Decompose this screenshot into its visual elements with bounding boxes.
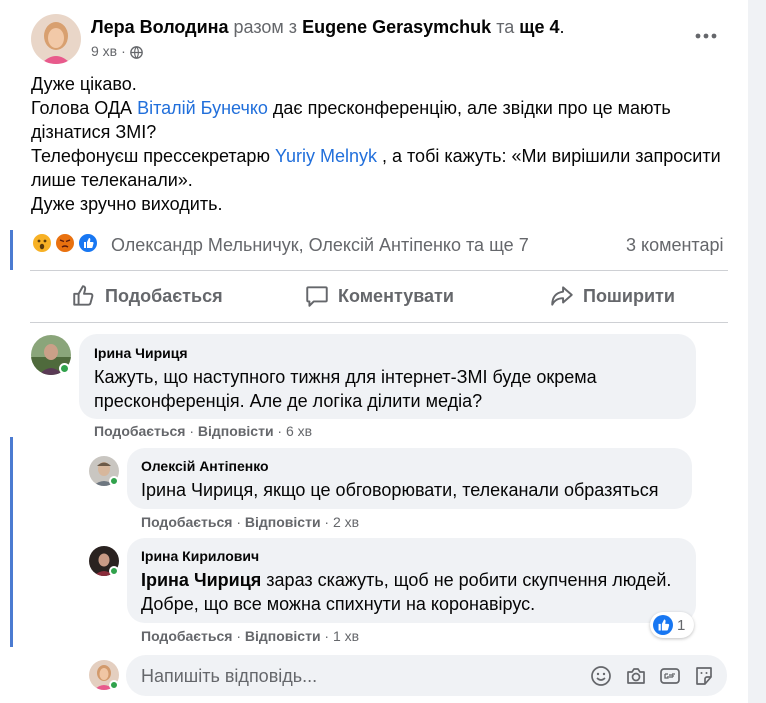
- thumbs-up-icon: [71, 283, 97, 309]
- comment-label: Коментувати: [338, 285, 454, 306]
- like-reaction-icon: [77, 232, 99, 254]
- post-card: Лера Володина разом з Eugene Gerasymchuk…: [0, 0, 748, 703]
- post-time[interactable]: 9 хв: [91, 42, 117, 60]
- emoji-icon[interactable]: [590, 665, 612, 687]
- post-body: Дуже цікаво. Голова ОДА Віталій Бунечко …: [31, 72, 721, 216]
- comment-reply-button[interactable]: Відповісти: [198, 423, 274, 439]
- comment-mention[interactable]: Ірина Чириця: [141, 570, 261, 590]
- like-reaction-icon: [653, 615, 673, 635]
- text-span: Телефонуєш прессекретарю: [31, 146, 275, 166]
- reply-placeholder: Напишіть відповідь...: [141, 666, 318, 686]
- focus-indicator: [10, 437, 13, 647]
- text-span: Голова ОДА: [31, 98, 138, 118]
- comment-button[interactable]: Коментувати: [304, 276, 454, 316]
- comment-like-button[interactable]: Подобається: [141, 628, 232, 644]
- online-indicator: [109, 680, 119, 690]
- gif-icon[interactable]: [659, 665, 681, 687]
- online-indicator: [109, 476, 119, 486]
- comment-reaction-badge[interactable]: 1: [650, 612, 694, 638]
- mention-link[interactable]: Віталій Бунечко: [137, 98, 268, 118]
- comment-time[interactable]: 2 хв: [333, 514, 359, 530]
- online-indicator: [109, 566, 119, 576]
- others-link[interactable]: ще 4: [519, 17, 559, 37]
- comment-text: Кажуть, що наступного тижня для інтернет…: [94, 367, 597, 411]
- focus-indicator: [10, 230, 13, 270]
- share-label: Поширити: [583, 285, 675, 306]
- like-label: Подобається: [105, 285, 223, 306]
- comment-time[interactable]: 6 хв: [286, 423, 312, 439]
- share-button[interactable]: Поширити: [549, 276, 675, 316]
- divider: [30, 322, 728, 323]
- comment-actions: Подобається · Відповісти · 1 хв: [141, 628, 360, 644]
- mention-link[interactable]: Yuriy Melnyk: [275, 146, 377, 166]
- tagged-person[interactable]: Eugene Gerasymchuk: [302, 17, 491, 37]
- comment-reply-button[interactable]: Відповісти: [245, 628, 321, 644]
- post-header: Лера Володина разом з Eugene Gerasymchuk…: [91, 15, 565, 39]
- comment-reply-button[interactable]: Відповісти: [245, 514, 321, 530]
- comment-author[interactable]: Олексій Антіпенко: [141, 457, 678, 475]
- comment-author[interactable]: Ірина Чириця: [94, 344, 681, 362]
- comment-bubble: Ірина Чириця Кажуть, що наступного тижня…: [79, 334, 696, 419]
- reactions-bar[interactable]: [31, 232, 111, 256]
- sticker-icon[interactable]: [693, 665, 715, 687]
- online-indicator: [59, 363, 70, 374]
- post-line: Дуже цікаво.: [31, 74, 137, 94]
- angry-reaction-icon: [54, 232, 76, 254]
- wow-reaction-icon: [31, 232, 53, 254]
- comment-like-button[interactable]: Подобається: [141, 514, 232, 530]
- comments-count[interactable]: 3 коментарі: [626, 234, 724, 256]
- divider: [30, 270, 728, 271]
- comment-bubble: Ірина Кирилович Ірина Чириця зараз скажу…: [127, 538, 696, 623]
- share-arrow-icon: [549, 283, 575, 309]
- reactors-names[interactable]: Олександр Мельничук, Олексій Антіпенко т…: [111, 234, 529, 256]
- comment-text: Ірина Чириця зараз скажуть, щоб не робит…: [141, 568, 682, 616]
- with-prefix: разом з: [233, 17, 298, 37]
- comment-text: Ірина Чириця, якщо це обговорювати, теле…: [141, 480, 659, 500]
- camera-icon[interactable]: [625, 665, 647, 687]
- post-meta: 9 хв ·: [91, 42, 143, 60]
- more-options-icon[interactable]: [694, 28, 718, 44]
- comment-actions: Подобається · Відповісти · 2 хв: [141, 514, 360, 530]
- comment-bubble: Олексій Антіпенко Ірина Чириця, якщо це …: [127, 448, 692, 509]
- post-line: Телефонуєш прессекретарю Yuriy Melnyk , …: [31, 144, 721, 192]
- author-avatar[interactable]: [31, 14, 81, 64]
- comment-author[interactable]: Ірина Кирилович: [141, 547, 682, 565]
- author-name[interactable]: Лера Володина: [91, 17, 229, 37]
- like-button[interactable]: Подобається: [71, 276, 223, 316]
- reply-input[interactable]: Напишіть відповідь...: [126, 655, 727, 696]
- speech-bubble-icon: [304, 283, 330, 309]
- dot: .: [559, 17, 565, 37]
- meta-separator: ·: [121, 43, 126, 59]
- comment-actions: Подобається · Відповісти · 6 хв: [94, 423, 313, 439]
- comment-like-button[interactable]: Подобається: [94, 423, 185, 439]
- reaction-count: 1: [677, 616, 686, 634]
- post-line: Голова ОДА Віталій Бунечко дає пресконфе…: [31, 96, 721, 144]
- and-text: та: [496, 17, 515, 37]
- comment-time[interactable]: 1 хв: [333, 628, 359, 644]
- post-line: Дуже зручно виходить.: [31, 194, 223, 214]
- globe-icon[interactable]: [129, 45, 143, 59]
